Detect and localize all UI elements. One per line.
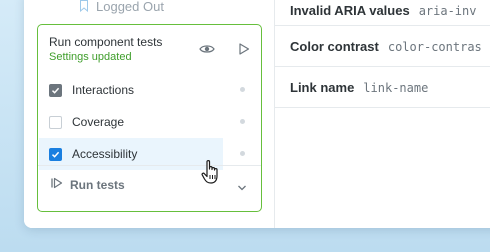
rule-name: Invalid ARIA values: [290, 3, 410, 18]
checkbox-empty-icon[interactable]: [49, 115, 62, 129]
rule-row-invalid-aria[interactable]: Invalid ARIA values aria-inv: [275, 0, 490, 26]
rule-code: link-name: [363, 80, 429, 95]
panel-header: Run component tests Settings updated: [38, 25, 261, 69]
chevron-down-icon[interactable]: [237, 180, 247, 191]
test-option-coverage[interactable]: Coverage: [39, 106, 223, 138]
sidebar-item-logged-out[interactable]: Logged Out: [80, 0, 164, 14]
test-option-interactions[interactable]: Interactions: [39, 74, 223, 106]
test-option-label: Coverage: [72, 115, 125, 129]
rule-code: color-contras: [387, 39, 482, 54]
status-dot-icon: [240, 151, 245, 156]
run-tests-label: Run tests: [70, 177, 125, 192]
run-tests-button[interactable]: Run tests: [51, 177, 125, 192]
checkbox-checked-icon[interactable]: [49, 147, 62, 161]
bookmark-icon: [80, 0, 88, 13]
sidebar-item-label: Logged Out: [96, 0, 164, 14]
rule-name: Color contrast: [290, 39, 379, 54]
test-option-label: Accessibility: [72, 147, 138, 161]
rule-name: Link name: [290, 80, 355, 95]
component-tests-panel: Run component tests Settings updated Int…: [37, 24, 262, 212]
play-icon[interactable]: [237, 42, 251, 56]
divider: [38, 165, 261, 166]
status-dot-icon: [240, 87, 245, 92]
eye-icon[interactable]: [199, 42, 215, 56]
panel-title: Run component tests: [49, 35, 163, 49]
rule-row-color-contrast[interactable]: Color contrast color-contras: [275, 27, 490, 67]
app-window: Logged Out Run component tests Settings …: [24, 0, 490, 228]
hand-cursor-icon: [200, 158, 224, 186]
rule-row-link-name[interactable]: Link name link-name: [275, 68, 490, 108]
status-message: Settings updated: [49, 51, 132, 63]
status-dot-icon: [240, 119, 245, 124]
run-tests-icon: [51, 177, 63, 192]
checkbox-checked-icon[interactable]: [49, 83, 62, 97]
rules-list: Invalid ARIA values aria-inv Color contr…: [274, 0, 490, 228]
rule-code: aria-inv: [418, 3, 477, 18]
sidebar: Logged Out Run component tests Settings …: [24, 0, 274, 228]
test-option-label: Interactions: [72, 83, 135, 97]
